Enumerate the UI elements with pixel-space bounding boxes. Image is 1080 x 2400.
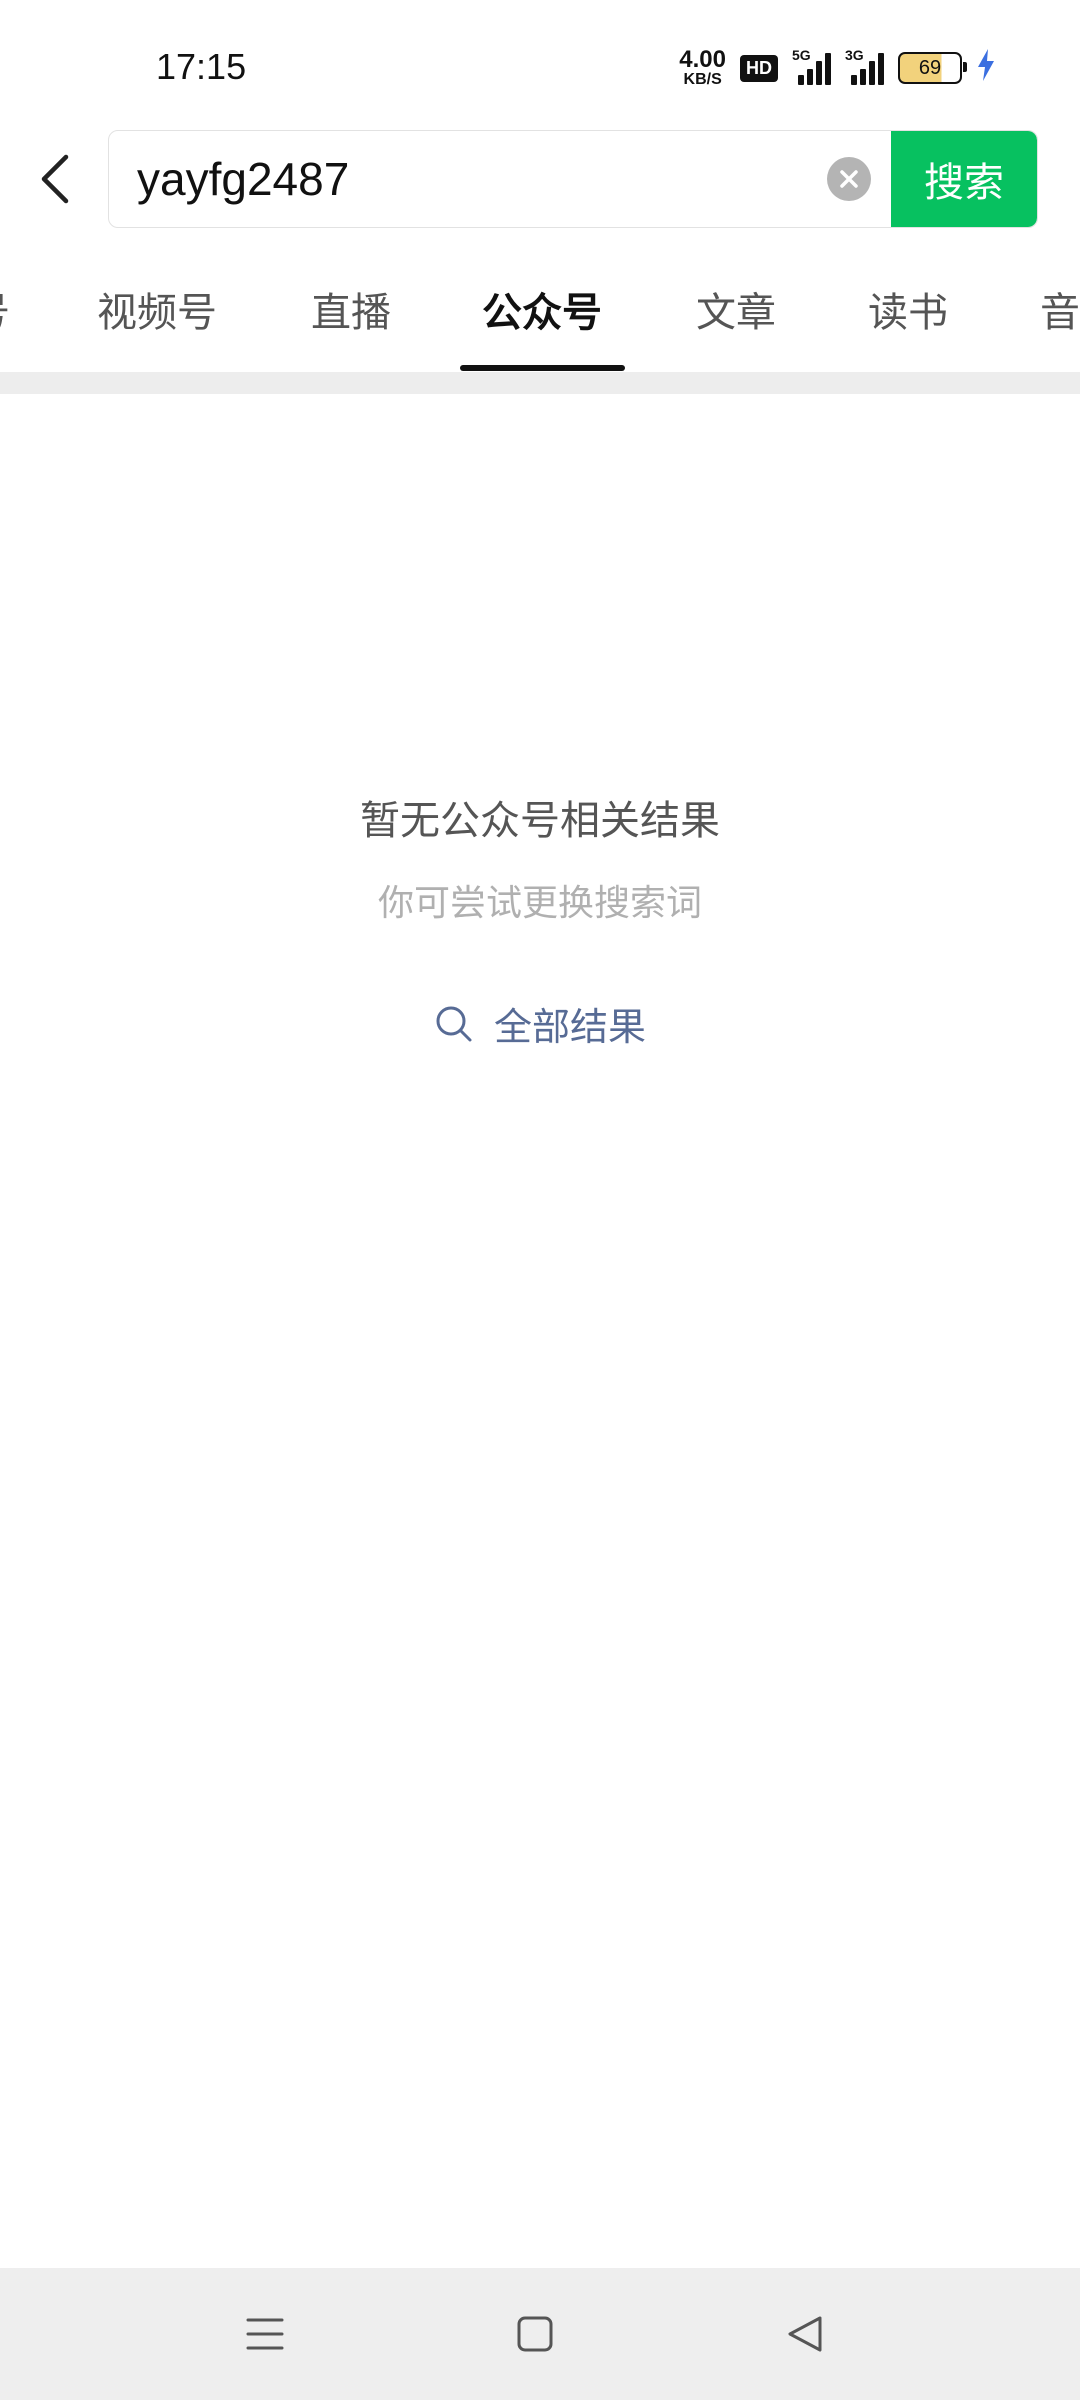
clear-search-button[interactable] — [827, 157, 871, 201]
hd-icon: HD — [740, 54, 778, 82]
battery-icon: 69 — [898, 52, 967, 84]
chevron-left-icon — [41, 154, 69, 204]
tabs-divider — [0, 372, 1080, 394]
clear-circle-icon — [840, 170, 858, 188]
menu-icon — [246, 2318, 284, 2350]
signal-5g-label: 5G — [792, 47, 811, 63]
tab-partial-left[interactable]: 号 — [0, 280, 10, 338]
tab-articles[interactable]: 文章 — [696, 280, 776, 338]
screen: 17:15 4.00 KB/S HD 5G 3G 69 yayfg2487 搜索… — [0, 0, 1080, 2400]
network-speed: 4.00 KB/S — [679, 48, 726, 88]
home-button[interactable] — [503, 2302, 567, 2366]
system-nav-bar — [0, 2268, 1080, 2400]
network-speed-unit: KB/S — [683, 71, 722, 88]
back-triangle-icon — [788, 2316, 822, 2352]
charging-bolt-icon — [976, 49, 996, 87]
search-header: 搜索 — [0, 130, 1080, 230]
all-results-link[interactable]: 全部结果 — [0, 996, 1080, 1051]
empty-state-subtitle: 你可尝试更换搜索词 — [377, 883, 702, 924]
back-button[interactable] — [22, 144, 86, 214]
signal-3g-label: 3G — [845, 47, 864, 63]
search-button[interactable]: 搜索 — [891, 131, 1037, 227]
empty-state-title: 暂无公众号相关结果 — [360, 798, 720, 844]
signal-3g-icon: 3G — [845, 47, 884, 85]
status-bar: 17:15 4.00 KB/S HD 5G 3G 69 — [0, 0, 1080, 120]
battery-level: 69 — [918, 56, 942, 79]
status-time: 17:15 — [156, 46, 247, 87]
tab-partial-right[interactable]: 音 — [1040, 280, 1080, 338]
tab-reading[interactable]: 读书 — [868, 280, 948, 338]
status-icons: 4.00 KB/S HD 5G 3G 69 — [679, 47, 996, 88]
tab-official-accounts[interactable]: 公众号 — [482, 280, 602, 338]
signal-5g-icon: 5G — [792, 47, 831, 85]
search-box: 搜索 — [108, 130, 1038, 228]
tab-indicator — [460, 365, 625, 371]
category-tabs: 号 视频号 直播 公众号 文章 读书 音 — [0, 240, 1080, 372]
recent-apps-button[interactable] — [233, 2302, 297, 2366]
system-back-button[interactable] — [773, 2302, 837, 2366]
network-speed-value: 4.00 — [679, 46, 726, 73]
all-results-label: 全部结果 — [493, 1005, 646, 1049]
tab-live[interactable]: 直播 — [311, 280, 391, 338]
tab-channels[interactable]: 视频号 — [97, 280, 217, 338]
home-square-icon — [517, 2316, 553, 2352]
search-input[interactable] — [137, 131, 817, 227]
search-icon — [436, 1006, 472, 1041]
